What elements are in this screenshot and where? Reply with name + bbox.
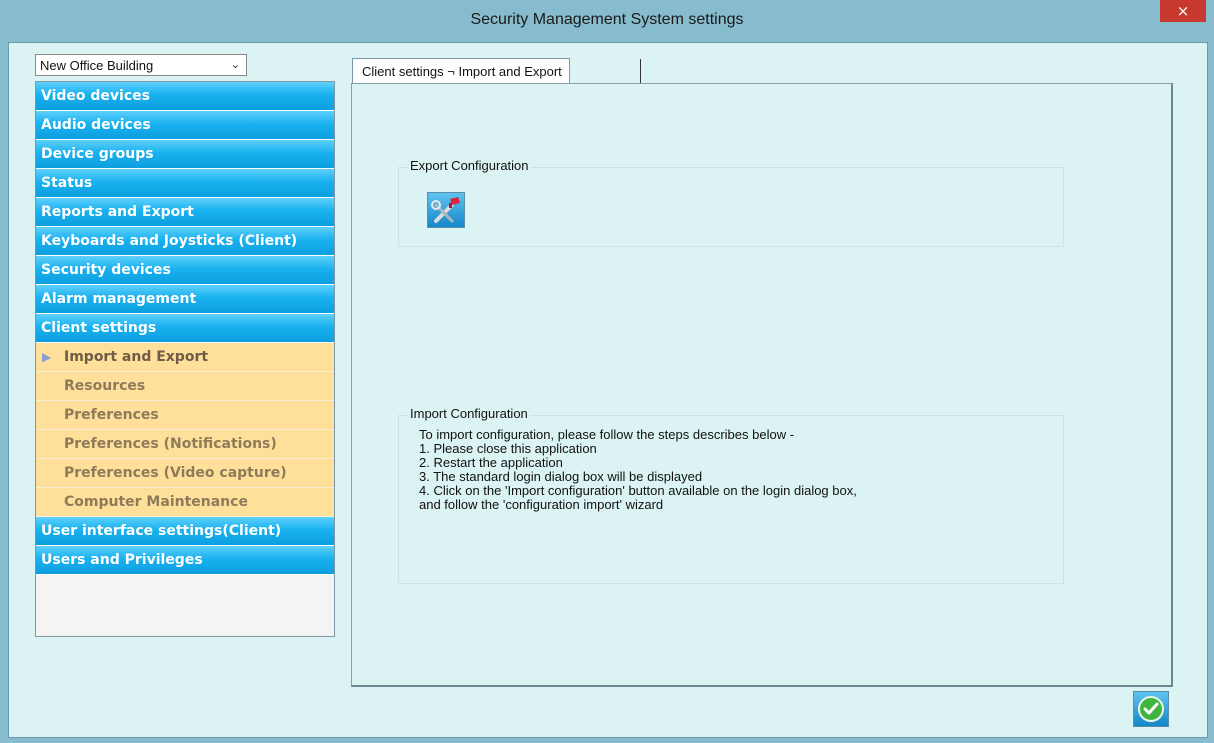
export-configuration-legend: Export Configuration bbox=[408, 158, 531, 173]
import-configuration-group: Import Configuration To import configura… bbox=[398, 406, 1064, 584]
sidebar-item-reports-and-export[interactable]: Reports and Export bbox=[36, 198, 334, 227]
selected-arrow-icon: ▶ bbox=[42, 350, 52, 364]
import-instructions-step: 3. The standard login dialog box will be… bbox=[419, 469, 703, 484]
sidebar-item-client-settings[interactable]: Client settings bbox=[36, 314, 334, 343]
import-instructions-step: 4. Click on the 'Import configuration' b… bbox=[419, 483, 857, 498]
ok-button[interactable] bbox=[1133, 691, 1169, 727]
close-button[interactable]: × bbox=[1160, 0, 1206, 22]
window-title: Security Management System settings bbox=[470, 11, 744, 28]
sidebar-item-alarm-management[interactable]: Alarm management bbox=[36, 285, 334, 314]
tools-icon bbox=[431, 197, 460, 223]
sidebar-item-video-devices[interactable]: Video devices bbox=[36, 82, 334, 111]
sidebar-subitem-preferences-video-capture[interactable]: Preferences (Video capture) bbox=[36, 459, 334, 488]
settings-window: Security Management System settings × Ne… bbox=[0, 0, 1214, 743]
import-instructions-intro: To import configuration, please follow t… bbox=[419, 427, 795, 442]
sidebar-subitem-resources[interactable]: Resources bbox=[36, 372, 334, 401]
settings-content-panel: Export Configuration Import Configuratio… bbox=[351, 83, 1173, 687]
import-instructions-step: 2. Restart the application bbox=[419, 455, 563, 470]
export-configuration-group: Export Configuration bbox=[398, 158, 1064, 247]
tab-separator bbox=[640, 59, 641, 83]
settings-category-tree: Video devices Audio devices Device group… bbox=[35, 81, 335, 637]
sidebar-subitem-label: Import and Export bbox=[64, 349, 209, 365]
sidebar-item-keyboards-and-joysticks[interactable]: Keyboards and Joysticks (Client) bbox=[36, 227, 334, 256]
site-selector-value: New Office Building bbox=[40, 58, 154, 73]
close-icon: × bbox=[1176, 2, 1190, 20]
import-configuration-legend: Import Configuration bbox=[408, 406, 530, 421]
chevron-down-icon: ⌄ bbox=[230, 59, 240, 71]
sidebar-item-security-devices[interactable]: Security devices bbox=[36, 256, 334, 285]
sidebar-item-user-interface-settings[interactable]: User interface settings(Client) bbox=[36, 517, 334, 546]
sidebar-subitem-preferences[interactable]: Preferences bbox=[36, 401, 334, 430]
tab-client-settings-import-export[interactable]: Client settings ¬ Import and Export bbox=[352, 58, 570, 85]
title-bar[interactable]: Security Management System settings × bbox=[0, 0, 1214, 42]
sidebar-subitem-preferences-notifications[interactable]: Preferences (Notifications) bbox=[36, 430, 334, 459]
import-instructions-step-continued: and follow the 'configuration import' wi… bbox=[419, 497, 664, 512]
sidebar-item-status[interactable]: Status bbox=[36, 169, 334, 198]
settings-client-area: New Office Building ⌄ Video devices Audi… bbox=[8, 42, 1208, 738]
site-selector-dropdown[interactable]: New Office Building ⌄ bbox=[35, 54, 247, 76]
sidebar-item-device-groups[interactable]: Device groups bbox=[36, 140, 334, 169]
sidebar-item-users-and-privileges[interactable]: Users and Privileges bbox=[36, 546, 334, 575]
sidebar-subitem-import-and-export[interactable]: ▶ Import and Export bbox=[36, 343, 334, 372]
sidebar-item-audio-devices[interactable]: Audio devices bbox=[36, 111, 334, 140]
import-instructions: To import configuration, please follow t… bbox=[419, 428, 857, 512]
sidebar-subitem-computer-maintenance[interactable]: Computer Maintenance bbox=[36, 488, 334, 517]
export-configuration-button[interactable] bbox=[427, 192, 465, 228]
import-instructions-step: 1. Please close this application bbox=[419, 441, 597, 456]
checkmark-icon bbox=[1138, 696, 1164, 722]
